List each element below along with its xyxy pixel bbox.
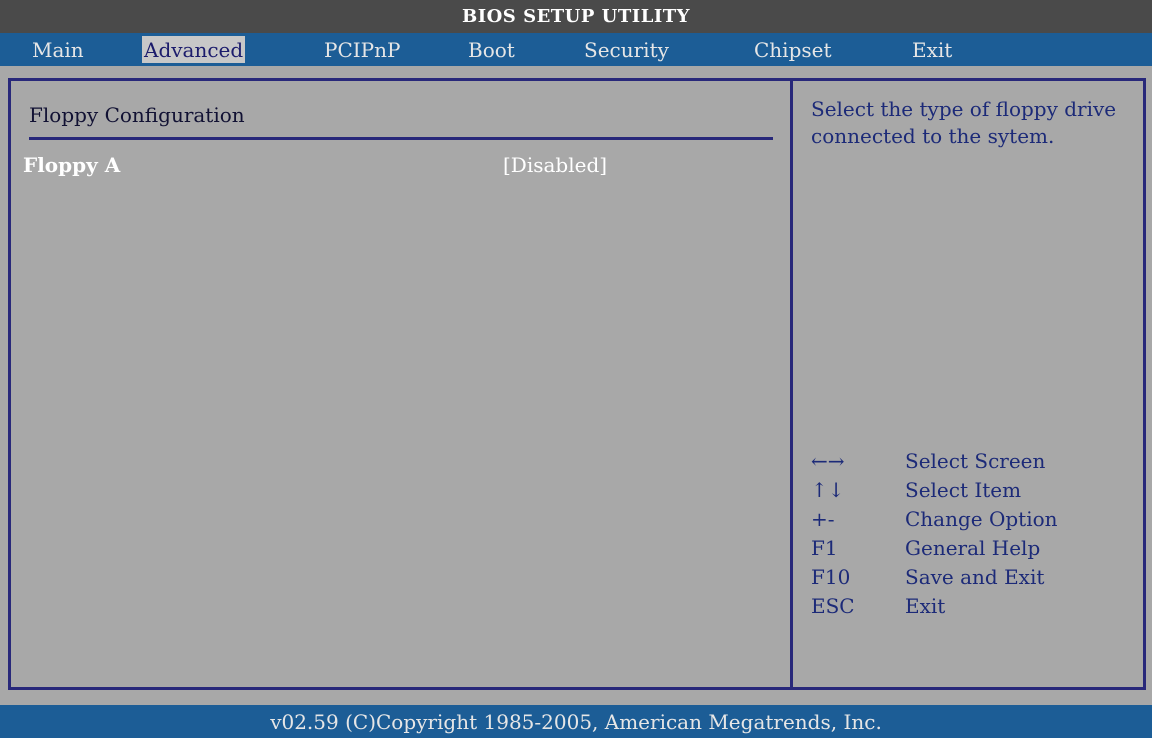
tab-boot[interactable]: Boot bbox=[466, 36, 517, 63]
key-legend: ←→ Select Screen ↑↓ Select Item +- Chang… bbox=[811, 447, 1131, 621]
tab-main[interactable]: Main bbox=[30, 36, 86, 63]
app-title: BIOS SETUP UTILITY bbox=[461, 6, 691, 27]
menu-bar: Main Advanced PCIPnP Boot Security Chips… bbox=[0, 33, 1152, 66]
key-desc: Change Option bbox=[905, 507, 1058, 531]
main-frame: Floppy Configuration Floppy A [Disabled]… bbox=[8, 78, 1146, 690]
footer-bar: v02.59 (C)Copyright 1985-2005, American … bbox=[0, 705, 1152, 738]
tab-advanced[interactable]: Advanced bbox=[142, 36, 246, 63]
section-title: Floppy Configuration bbox=[29, 103, 245, 127]
key-row: +- Change Option bbox=[811, 505, 1131, 534]
key-row: F1 General Help bbox=[811, 534, 1131, 563]
help-text: Select the type of floppy drive connecte… bbox=[811, 97, 1117, 148]
tab-exit[interactable]: Exit bbox=[910, 36, 954, 63]
tab-pcipnp[interactable]: PCIPnP bbox=[322, 36, 402, 63]
key-desc: Exit bbox=[905, 594, 946, 618]
tab-security[interactable]: Security bbox=[582, 36, 671, 63]
arrows-left-right-icon: ←→ bbox=[811, 449, 845, 473]
key-desc: Select Screen bbox=[905, 449, 1046, 473]
bios-screen: BIOS SETUP UTILITY Main Advanced PCIPnP … bbox=[0, 0, 1152, 738]
title-bar: BIOS SETUP UTILITY bbox=[0, 0, 1152, 33]
key-f1: F1 bbox=[811, 536, 838, 560]
key-desc: Save and Exit bbox=[905, 565, 1045, 589]
floppy-a-option[interactable]: Floppy A bbox=[23, 153, 120, 177]
key-desc: General Help bbox=[905, 536, 1041, 560]
key-row: F10 Save and Exit bbox=[811, 563, 1131, 592]
key-row: ←→ Select Screen bbox=[811, 447, 1131, 476]
arrows-up-down-icon: ↑↓ bbox=[811, 478, 845, 502]
section-divider bbox=[29, 137, 773, 140]
key-row: ESC Exit bbox=[811, 592, 1131, 621]
key-row: ↑↓ Select Item bbox=[811, 476, 1131, 505]
tab-chipset[interactable]: Chipset bbox=[752, 36, 834, 63]
key-f10: F10 bbox=[811, 565, 851, 589]
copyright-text: v02.59 (C)Copyright 1985-2005, American … bbox=[270, 709, 882, 734]
key-plus-minus: +- bbox=[811, 507, 835, 531]
key-esc: ESC bbox=[811, 594, 855, 618]
panel-divider bbox=[790, 81, 793, 687]
floppy-a-value[interactable]: [Disabled] bbox=[503, 153, 607, 177]
key-desc: Select Item bbox=[905, 478, 1022, 502]
